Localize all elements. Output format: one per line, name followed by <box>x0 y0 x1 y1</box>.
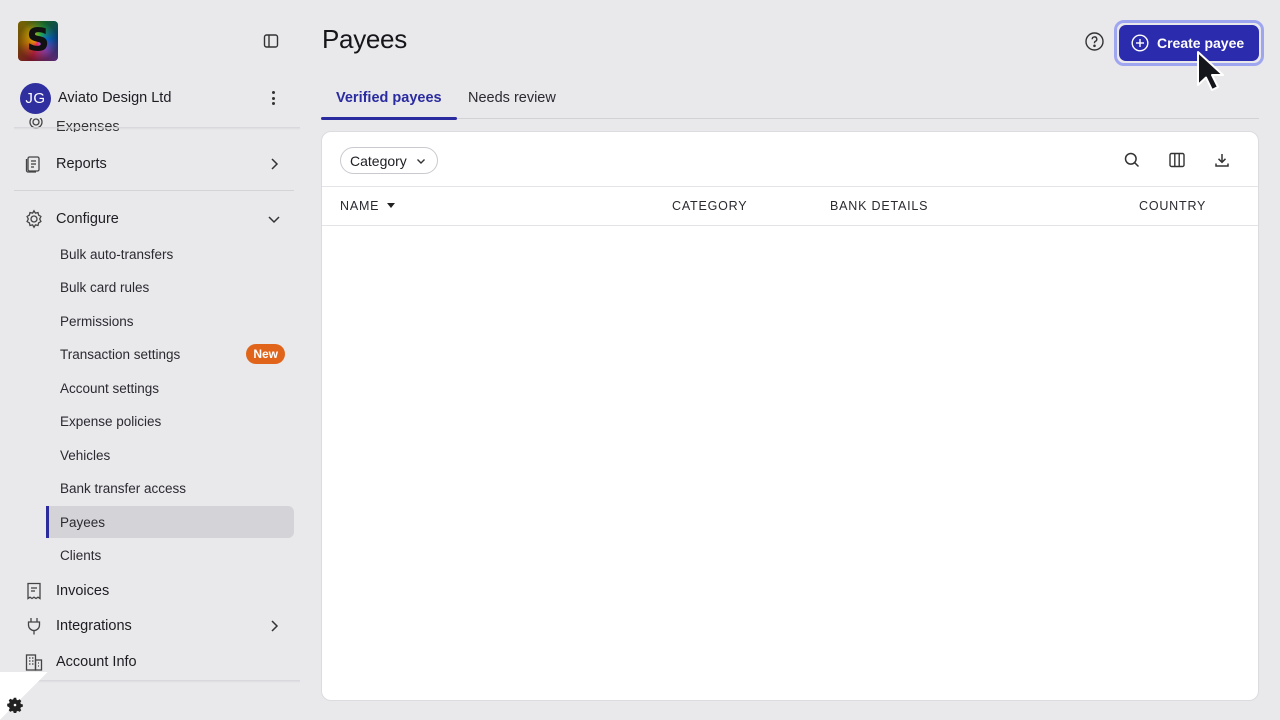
org-switcher[interactable]: JG Aviato Design Ltd <box>20 82 290 114</box>
sidebar-subitem-transaction-settings[interactable]: Transaction settings New <box>46 338 294 370</box>
chevron-down-icon <box>268 216 280 224</box>
sidebar-subitem-label: Bulk auto-transfers <box>60 246 174 262</box>
tab-label: Verified payees <box>336 90 442 106</box>
org-name: Aviato Design Ltd <box>58 90 172 106</box>
sidebar-item-label: Expenses <box>56 119 120 132</box>
sidebar-subitem-vehicles[interactable]: Vehicles <box>46 439 294 471</box>
divider <box>14 190 294 191</box>
page-title: Payees <box>322 24 407 54</box>
sidebar-subitem-label: Transaction settings <box>60 346 181 362</box>
sidebar-subitem-payees[interactable]: Payees <box>46 506 294 538</box>
sidebar-subitem-label: Account settings <box>60 380 160 396</box>
tabs: Verified payees Needs review <box>321 78 1259 120</box>
scroll-shadow <box>14 127 300 130</box>
sidebar-item-account-info[interactable]: Account Info <box>24 646 290 678</box>
sidebar-subitem-label: Permissions <box>60 313 134 329</box>
sidebar-subitem-label: Bulk card rules <box>60 279 150 295</box>
chevron-right-icon <box>271 158 279 170</box>
sidebar-subitem-label: Bank transfer access <box>60 480 187 496</box>
tab-verified-payees[interactable]: Verified payees <box>321 78 457 120</box>
gear-icon <box>24 209 44 229</box>
payees-table-card: Category NAME CATEGORY BANK DETAILS COUN… <box>321 131 1259 701</box>
reports-icon <box>24 154 44 174</box>
sidebar-item-invoices[interactable]: Invoices <box>24 575 290 607</box>
sidebar-subitem-bulk-card-rules[interactable]: Bulk card rules <box>46 271 294 303</box>
plus-circle-icon <box>1131 34 1149 52</box>
chevron-down-icon <box>416 158 425 164</box>
more-options-icon[interactable] <box>268 88 278 108</box>
column-header-name[interactable]: NAME <box>340 199 396 213</box>
create-payee-focus-ring: Create payee <box>1114 20 1264 66</box>
category-filter[interactable]: Category <box>340 147 438 174</box>
sidebar-item-reports[interactable]: Reports <box>24 148 290 180</box>
sidebar-item-label: Integrations <box>56 618 132 634</box>
column-header-country[interactable]: COUNTRY <box>1139 199 1206 213</box>
table-header: NAME CATEGORY BANK DETAILS COUNTRY <box>322 186 1258 226</box>
sidebar-item-label: Invoices <box>56 583 110 599</box>
sidebar-subitem-account-settings[interactable]: Account settings <box>46 372 294 404</box>
brand-logo-letter: S <box>27 23 50 58</box>
sidebar-subitem-expense-policies[interactable]: Expense policies <box>46 405 294 437</box>
category-filter-label: Category <box>350 152 407 169</box>
create-payee-button[interactable]: Create payee <box>1119 25 1259 61</box>
sidebar-subitem-label: Expense policies <box>60 413 162 429</box>
sidebar-subitem-bulk-auto-transfers[interactable]: Bulk auto-transfers <box>46 238 294 270</box>
chevron-right-icon <box>271 620 279 632</box>
sidebar-item-label: Account Info <box>56 654 137 670</box>
sidebar-subitem-clients[interactable]: Clients <box>46 539 294 571</box>
plug-icon <box>24 616 44 636</box>
sidebar-item-label: Reports <box>56 156 107 172</box>
brand-logo[interactable]: S <box>18 21 58 61</box>
sidebar-subitem-permissions[interactable]: Permissions <box>46 305 294 337</box>
sidebar-subitem-bank-transfer-access[interactable]: Bank transfer access <box>46 472 294 504</box>
column-header-bank-details[interactable]: BANK DETAILS <box>830 199 928 213</box>
avatar: JG <box>20 82 51 114</box>
sidebar-item-label: Configure <box>56 211 119 227</box>
column-header-label: NAME <box>340 199 380 213</box>
sidebar-toggle-icon[interactable] <box>262 32 280 50</box>
scroll-shadow <box>14 680 300 683</box>
sidebar-subitem-label: Payees <box>60 514 106 530</box>
sort-desc-icon <box>387 203 396 208</box>
columns-icon[interactable] <box>1168 151 1186 169</box>
sidebar: S JG Aviato Design Ltd Expenses Reports <box>0 0 300 720</box>
download-icon[interactable] <box>1213 151 1231 169</box>
help-icon[interactable] <box>1084 31 1105 52</box>
sidebar-subitem-label: Clients <box>60 547 102 563</box>
new-badge: New <box>246 344 285 364</box>
search-icon[interactable] <box>1123 151 1141 169</box>
column-header-category[interactable]: CATEGORY <box>672 199 747 213</box>
sidebar-subitem-label: Vehicles <box>60 447 111 463</box>
building-icon <box>24 652 44 672</box>
create-payee-label: Create payee <box>1157 35 1245 51</box>
invoice-icon <box>24 581 44 601</box>
sidebar-item-configure[interactable]: Configure <box>24 203 290 235</box>
sidebar-item-integrations[interactable]: Integrations <box>24 610 290 642</box>
settings-gear-icon[interactable] <box>7 697 23 713</box>
tab-needs-review[interactable]: Needs review <box>453 78 571 118</box>
tab-label: Needs review <box>468 90 556 106</box>
